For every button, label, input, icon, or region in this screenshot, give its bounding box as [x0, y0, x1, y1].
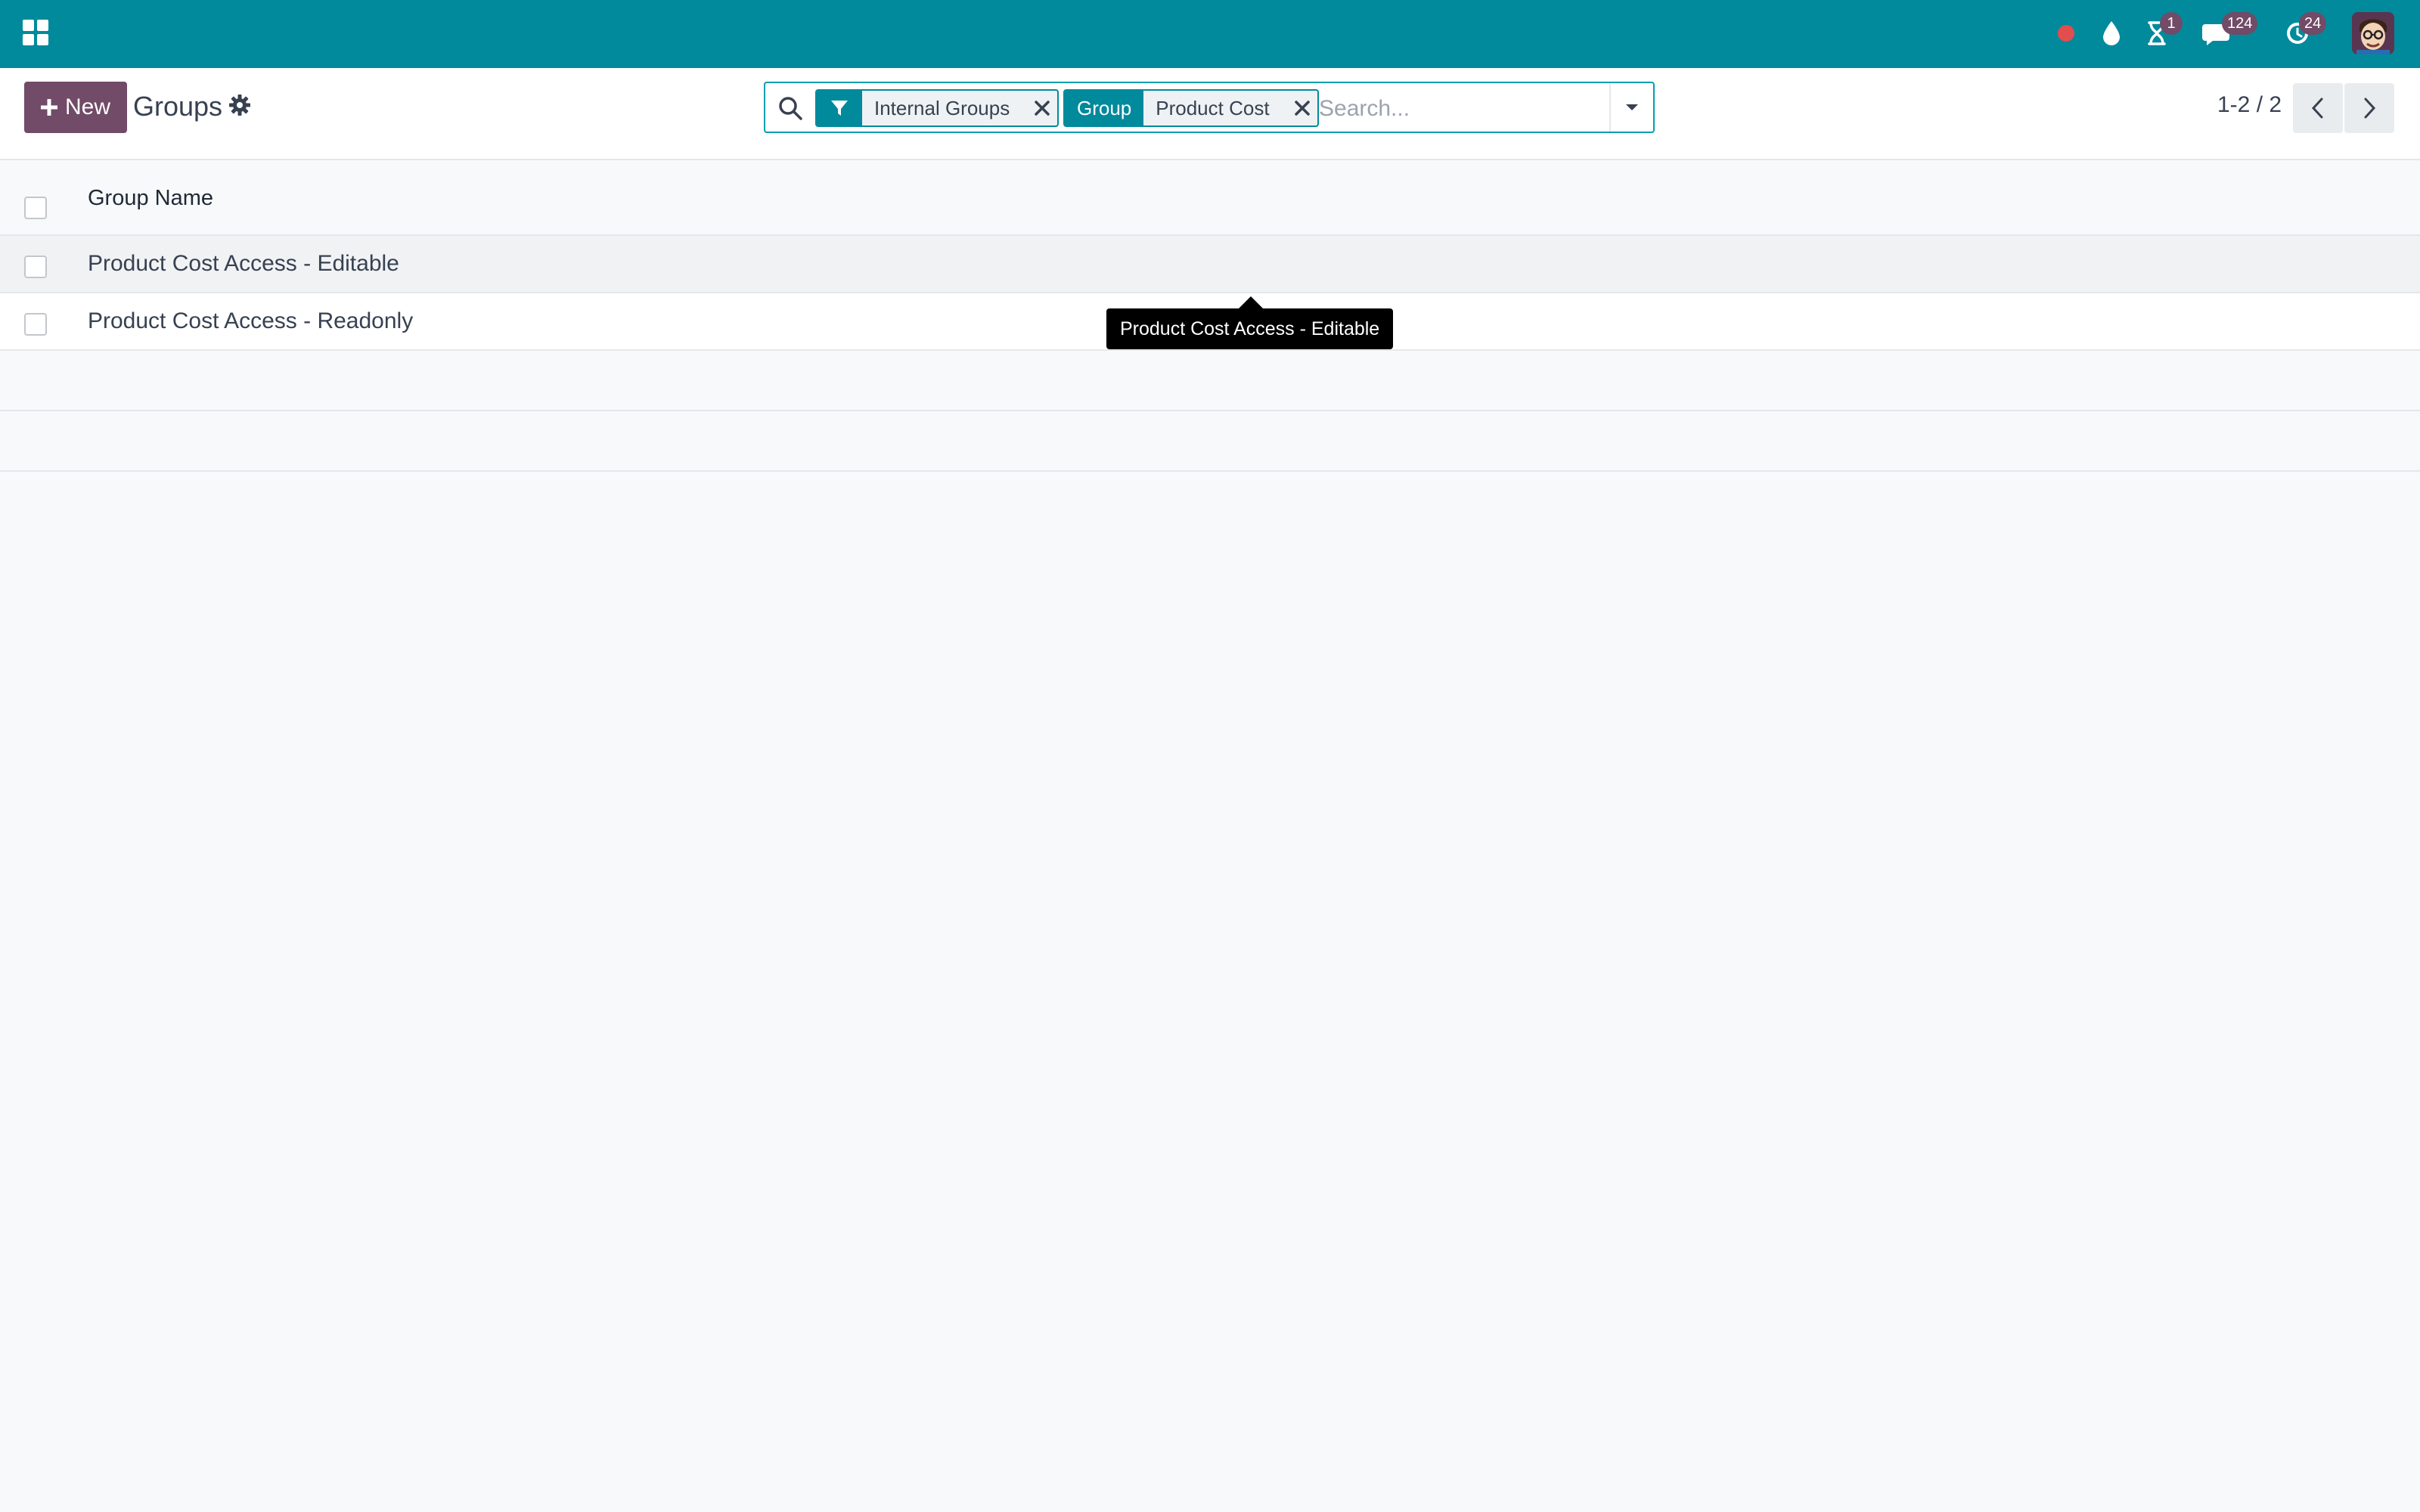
pager-value[interactable]: 1-2 / 2 [2217, 92, 2282, 118]
search-bar: Internal Groups Group Product Cost [764, 82, 1655, 133]
status-indicator[interactable] [2049, 17, 2083, 50]
plus-icon [40, 99, 57, 116]
row-checkbox[interactable] [24, 256, 47, 278]
red-dot-icon [2058, 25, 2074, 42]
user-avatar[interactable] [2352, 12, 2394, 54]
list-header-row: Group Name [0, 160, 2420, 236]
caret-down-icon [1626, 104, 1638, 110]
facet-group-remove-button[interactable] [1287, 91, 1317, 125]
chevron-right-icon [2364, 98, 2376, 119]
empty-row [0, 351, 2420, 411]
new-button[interactable]: New [24, 82, 127, 133]
filter-icon [831, 101, 848, 116]
gear-icon[interactable] [228, 94, 251, 116]
tooltip-arrow [1239, 296, 1263, 308]
facet-group-tag: Group [1065, 91, 1144, 125]
group-name-cell[interactable]: Product Cost Access - Readonly [88, 308, 413, 334]
table-row[interactable]: Product Cost Access - Editable [0, 236, 2420, 293]
pager-previous-button[interactable] [2293, 83, 2343, 133]
close-icon [1295, 101, 1310, 116]
search-icon[interactable] [777, 95, 803, 121]
tooltip: Product Cost Access - Editable [1106, 308, 1394, 349]
messages-badge: 124 [2222, 12, 2258, 35]
search-options-toggle[interactable] [1609, 83, 1653, 132]
facet-filter-value: Internal Groups [874, 96, 1010, 119]
activities-button[interactable]: 1 [2140, 12, 2183, 50]
column-header-group-name[interactable]: Group Name [88, 186, 213, 211]
search-facet-group: Group Product Cost [1063, 89, 1319, 127]
page-title: Groups [133, 91, 223, 122]
close-icon [1035, 101, 1050, 116]
search-facet-filter: Internal Groups [815, 89, 1059, 127]
apps-grid-icon[interactable] [23, 20, 48, 45]
group-name-cell[interactable]: Product Cost Access - Editable [88, 251, 399, 277]
messages-button[interactable]: 124 [2201, 12, 2258, 50]
control-panel: New Groups Internal Groups Group Product… [0, 68, 2420, 160]
pager-next-button[interactable] [2344, 83, 2394, 133]
activities-badge: 1 [2160, 12, 2183, 35]
facet-filter-tag [817, 91, 862, 125]
facet-filter-remove-button[interactable] [1027, 91, 1057, 125]
empty-row [0, 411, 2420, 472]
updates-button[interactable]: 24 [2281, 12, 2327, 50]
new-button-label: New [64, 94, 110, 119]
top-navbar: 1 124 24 [0, 0, 2420, 68]
row-checkbox[interactable] [24, 313, 47, 336]
chevron-left-icon [2311, 98, 2323, 119]
updates-badge: 24 [2299, 12, 2327, 35]
droplet-icon [2103, 21, 2120, 45]
developer-tools-button[interactable] [2095, 17, 2128, 50]
avatar-face-icon [2352, 12, 2394, 54]
search-input[interactable] [1317, 89, 1608, 129]
facet-group-value: Product Cost [1156, 96, 1270, 119]
select-all-checkbox[interactable] [24, 197, 47, 219]
